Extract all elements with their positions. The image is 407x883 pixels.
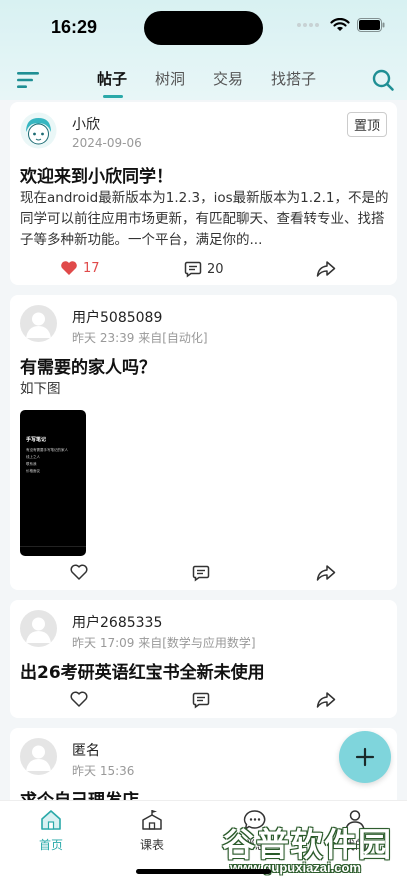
comment-icon bbox=[184, 261, 202, 278]
post-username[interactable]: 用户5085089 bbox=[72, 307, 162, 327]
post-title[interactable]: 欢迎来到小欣同学！ bbox=[20, 162, 173, 187]
like-button[interactable]: 17 bbox=[60, 260, 100, 276]
battery-icon bbox=[357, 18, 385, 32]
thumb-toolbar bbox=[20, 546, 86, 556]
post-card[interactable]: 用户5085089 昨天 23:39 来自[自动化] 有需要的家人吗？ 如下图 … bbox=[10, 295, 397, 590]
share-button[interactable] bbox=[316, 260, 336, 278]
dynamic-island bbox=[144, 11, 263, 45]
wifi-icon bbox=[330, 18, 350, 31]
heart-outline-icon bbox=[70, 564, 88, 580]
thumb-line: 有没有需要手写笔记的家人 bbox=[26, 448, 68, 452]
post-actions bbox=[10, 564, 397, 588]
post-username[interactable]: 用户2685335 bbox=[72, 612, 162, 632]
school-icon bbox=[142, 810, 162, 830]
top-nav: 帖子 树洞 交易 找搭子 bbox=[0, 60, 407, 100]
tab-find-partner[interactable]: 找搭子 bbox=[271, 68, 316, 89]
heart-filled-icon bbox=[61, 261, 77, 275]
thumb-line: 价格面议 bbox=[26, 469, 40, 473]
page-dots-icon bbox=[297, 23, 319, 27]
bottom-tab-home[interactable]: 首页 bbox=[21, 809, 81, 853]
status-time: 16:29 bbox=[51, 17, 98, 37]
home-icon bbox=[41, 810, 61, 830]
status-icons bbox=[297, 18, 385, 32]
comment-count: 20 bbox=[207, 261, 224, 277]
avatar[interactable] bbox=[20, 112, 57, 149]
post-body[interactable]: 如下图 bbox=[20, 379, 390, 400]
bottom-tab-schedule[interactable]: 课表 bbox=[122, 809, 182, 853]
home-indicator bbox=[136, 869, 271, 874]
comment-icon bbox=[192, 565, 210, 582]
feed-tabs: 帖子 树洞 交易 找搭子 bbox=[97, 68, 344, 98]
pinned-badge: 置顶 bbox=[346, 112, 387, 137]
tab-trade[interactable]: 交易 bbox=[213, 68, 243, 89]
post-body[interactable]: 现在android最新版本为1.2.3，ios最新版本为1.2.1，不是的同学可… bbox=[20, 188, 390, 251]
bottom-tab-label: 首页 bbox=[38, 838, 63, 852]
tab-posts[interactable]: 帖子 bbox=[97, 68, 127, 98]
thumb-line: 线上之人 bbox=[26, 455, 40, 459]
post-meta: 昨天 15:36 bbox=[72, 764, 135, 778]
post-card[interactable]: 匿名 昨天 15:36 求个自己理发店 bbox=[10, 728, 397, 800]
post-title[interactable]: 有需要的家人吗？ bbox=[20, 353, 156, 378]
menu-icon[interactable] bbox=[17, 70, 41, 90]
tab-treehole[interactable]: 树洞 bbox=[155, 68, 185, 89]
comment-button[interactable] bbox=[192, 691, 210, 709]
thumb-line: 联系我 bbox=[26, 462, 37, 466]
post-card[interactable]: 小欣 2024-09-06 置顶 欢迎来到小欣同学！ 现在android最新版本… bbox=[10, 102, 397, 285]
post-image[interactable]: 手写笔记 有没有需要手写笔记的家人 线上之人 联系我 价格面议 bbox=[20, 410, 86, 556]
post-actions bbox=[10, 691, 397, 715]
share-icon bbox=[316, 261, 336, 277]
avatar[interactable] bbox=[20, 610, 57, 647]
share-icon bbox=[316, 692, 336, 708]
avatar[interactable] bbox=[20, 305, 57, 342]
like-button[interactable] bbox=[70, 691, 88, 707]
share-button[interactable] bbox=[316, 691, 336, 709]
thumb-heading: 手写笔记 bbox=[26, 437, 47, 443]
post-title[interactable]: 求个自己理发店 bbox=[20, 786, 139, 800]
share-button[interactable] bbox=[316, 564, 336, 582]
post-card[interactable]: 用户2685335 昨天 17:09 来自[数学与应用数学] 出26考研英语红宝… bbox=[10, 600, 397, 718]
post-meta: 2024-09-06 bbox=[72, 136, 142, 150]
heart-outline-icon bbox=[70, 691, 88, 707]
watermark-text: 谷普软件园 bbox=[222, 825, 392, 864]
plus-icon bbox=[355, 747, 375, 767]
new-post-button[interactable] bbox=[339, 731, 391, 783]
post-feed[interactable]: 小欣 2024-09-06 置顶 欢迎来到小欣同学！ 现在android最新版本… bbox=[0, 100, 407, 800]
comment-button[interactable]: 20 bbox=[184, 260, 224, 278]
post-title[interactable]: 出26考研英语红宝书全新未使用 bbox=[20, 658, 265, 683]
post-username[interactable]: 匿名 bbox=[72, 740, 100, 760]
search-icon[interactable] bbox=[371, 68, 395, 92]
bottom-tab-label: 课表 bbox=[139, 838, 164, 852]
avatar[interactable] bbox=[20, 738, 57, 775]
like-count: 17 bbox=[83, 260, 100, 276]
comment-button[interactable] bbox=[192, 564, 210, 582]
like-button[interactable] bbox=[70, 564, 88, 580]
comment-icon bbox=[192, 692, 210, 709]
post-actions: 17 20 bbox=[10, 260, 397, 284]
status-bar: 16:29 bbox=[0, 0, 407, 56]
post-username[interactable]: 小欣 bbox=[72, 114, 100, 134]
post-meta: 昨天 23:39 来自[自动化] bbox=[72, 331, 208, 345]
post-meta: 昨天 17:09 来自[数学与应用数学] bbox=[72, 636, 256, 650]
share-icon bbox=[316, 565, 336, 581]
